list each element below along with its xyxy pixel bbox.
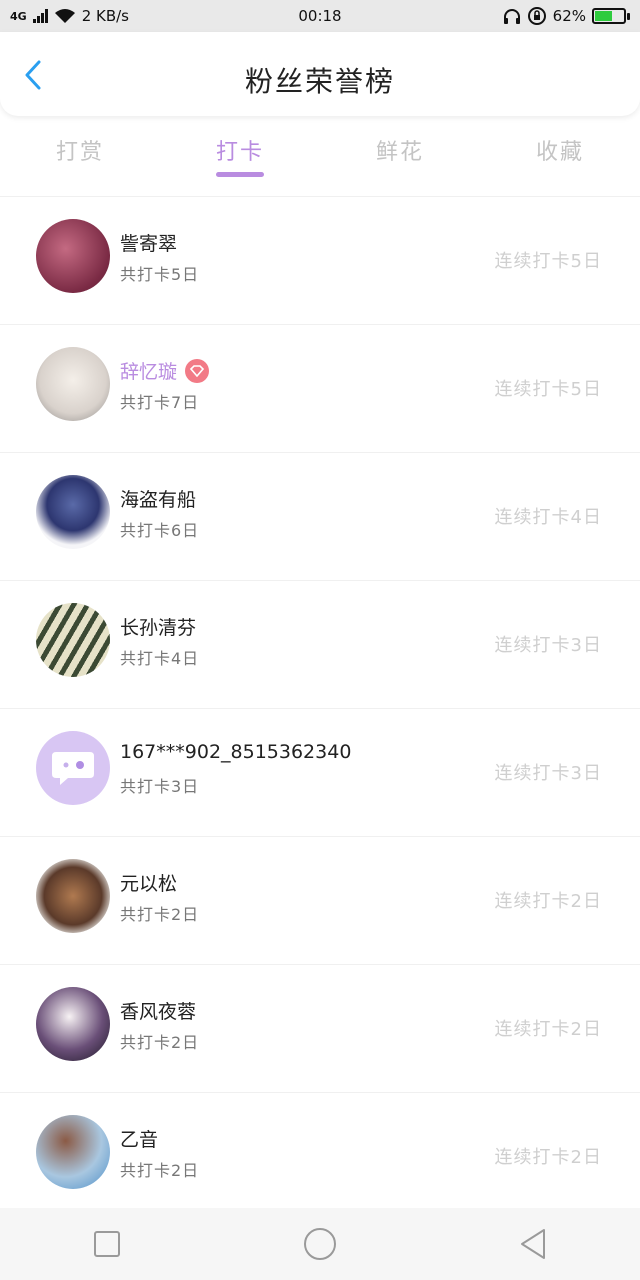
streak-checkins: 连续打卡5日 xyxy=(494,251,602,272)
tab-reward[interactable]: 打赏 xyxy=(0,126,160,186)
total-checkins: 共打卡3日 xyxy=(120,777,200,796)
list-item[interactable]: 辞忆璇 共打卡7日 连续打卡5日 xyxy=(0,324,640,452)
fan-name: 辞忆璇 xyxy=(120,361,178,383)
list-item[interactable]: 香风夜蓉 共打卡2日 连续打卡2日 xyxy=(0,964,640,1092)
network-speed: 2 KB/s xyxy=(81,7,129,25)
headphones-icon xyxy=(503,9,520,24)
clock: 00:18 xyxy=(298,7,342,25)
home-button[interactable] xyxy=(290,1214,350,1274)
fan-name: 海盗有船 xyxy=(120,489,197,511)
back-icon xyxy=(521,1229,546,1259)
streak-checkins: 连续打卡3日 xyxy=(494,763,602,784)
fan-list: 訾寄翠 共打卡5日 连续打卡5日 辞忆璇 共打卡7日 连续打卡5日 海盗有船 共… xyxy=(0,196,640,1220)
fan-name-row: 辞忆璇 xyxy=(120,357,210,384)
list-item[interactable]: 訾寄翠 共打卡5日 连续打卡5日 xyxy=(0,196,640,324)
avatar[interactable] xyxy=(36,603,110,677)
battery-percent: 62% xyxy=(552,7,586,25)
total-checkins: 共打卡7日 xyxy=(120,393,200,412)
tab-bar: 打赏 打卡 鲜花 收藏 xyxy=(0,126,640,186)
avatar[interactable] xyxy=(36,731,110,805)
fan-name: 香风夜蓉 xyxy=(120,1001,197,1023)
battery-icon xyxy=(592,8,630,24)
total-checkins: 共打卡6日 xyxy=(120,521,200,540)
list-item[interactable]: 长孙清芬 共打卡4日 连续打卡3日 xyxy=(0,580,640,708)
header-bar: 粉丝荣誉榜 xyxy=(0,32,640,116)
nav-back-button[interactable] xyxy=(503,1214,563,1274)
system-nav-bar xyxy=(0,1208,640,1280)
total-checkins: 共打卡2日 xyxy=(120,1161,200,1180)
total-checkins: 共打卡2日 xyxy=(120,1033,200,1052)
list-item[interactable]: 元以松 共打卡2日 连续打卡2日 xyxy=(0,836,640,964)
avatar[interactable] xyxy=(36,475,110,549)
avatar[interactable] xyxy=(36,219,110,293)
home-icon xyxy=(303,1228,336,1260)
network-label: 4G xyxy=(10,9,27,23)
recent-apps-icon xyxy=(93,1231,120,1257)
tab-checkin[interactable]: 打卡 xyxy=(160,126,320,186)
page-title: 粉丝荣誉榜 xyxy=(244,65,395,98)
tab-flowers[interactable]: 鲜花 xyxy=(320,126,480,186)
fan-name: 乙音 xyxy=(120,1129,159,1151)
avatar[interactable] xyxy=(36,1115,110,1189)
streak-checkins: 连续打卡4日 xyxy=(494,507,602,528)
recent-apps-button[interactable] xyxy=(77,1214,137,1274)
streak-checkins: 连续打卡2日 xyxy=(494,1147,602,1168)
streak-checkins: 连续打卡2日 xyxy=(494,891,602,912)
wifi-icon xyxy=(54,9,75,23)
list-item[interactable]: 乙音 共打卡2日 连续打卡2日 xyxy=(0,1092,640,1220)
active-tab-indicator xyxy=(216,172,264,177)
tab-label: 打卡 xyxy=(215,140,264,165)
total-checkins: 共打卡5日 xyxy=(120,265,200,284)
fan-name: 訾寄翠 xyxy=(120,233,178,255)
fan-name: 元以松 xyxy=(120,873,178,895)
total-checkins: 共打卡2日 xyxy=(120,905,200,924)
list-item[interactable]: 海盗有船 共打卡6日 连续打卡4日 xyxy=(0,452,640,580)
streak-checkins: 连续打卡5日 xyxy=(494,379,602,400)
tab-label: 收藏 xyxy=(535,140,584,165)
streak-checkins: 连续打卡2日 xyxy=(494,1019,602,1040)
avatar[interactable] xyxy=(36,987,110,1061)
tab-label: 鲜花 xyxy=(375,140,424,165)
total-checkins: 共打卡4日 xyxy=(120,649,200,668)
diamond-icon xyxy=(185,358,210,383)
rotation-lock-icon xyxy=(527,7,546,25)
tab-label: 打赏 xyxy=(55,140,104,165)
avatar[interactable] xyxy=(36,347,110,421)
list-item[interactable]: 167***902_8515362340 共打卡3日 连续打卡3日 xyxy=(0,708,640,836)
status-bar: 4G 2 KB/s 00:18 62% xyxy=(0,0,640,32)
default-avatar-icon xyxy=(52,752,94,785)
streak-checkins: 连续打卡3日 xyxy=(494,635,602,656)
signal-icon xyxy=(32,9,48,23)
avatar[interactable] xyxy=(36,859,110,933)
fan-name: 长孙清芬 xyxy=(120,617,197,639)
fan-name: 167***902_8515362340 xyxy=(120,741,352,763)
tab-favorites[interactable]: 收藏 xyxy=(480,126,640,186)
